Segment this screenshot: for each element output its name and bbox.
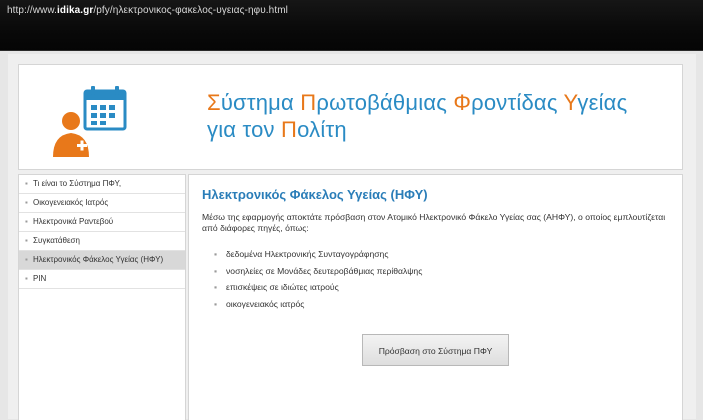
- main-content: Ηλεκτρονικός Φάκελος Υγείας (ΗΦΥ) Μέσω τ…: [188, 174, 683, 420]
- bullet-icon: ▪: [25, 255, 28, 264]
- sidebar-item-4[interactable]: ▪ Συγκατάθεση: [19, 232, 185, 251]
- bullet-icon: ▪: [214, 265, 218, 276]
- sidebar-item-label: Ηλεκτρονικά Ραντεβού: [33, 217, 114, 226]
- sidebar-item-5[interactable]: ▪ Ηλεκτρονικός Φάκελος Υγείας (ΗΦΥ): [19, 251, 185, 270]
- system-title: Σύστημα Πρωτοβάθμιας Φροντίδας Υγείας γι…: [207, 89, 627, 143]
- list-item-text: νοσηλείες σε Μονάδες δευτεροβάθμιας περί…: [226, 265, 423, 276]
- title-initial-letter: Σ: [207, 90, 221, 115]
- system-title-line-1: Σύστημα Πρωτοβάθμιας Φροντίδας Υγείας: [207, 90, 627, 115]
- browser-address-bar[interactable]: http://www.idika.gr/pfy/ηλεκτρονικος-φακ…: [0, 0, 703, 51]
- list-item-text: δεδομένα Ηλεκτρονικής Συνταγογράφησης: [226, 249, 389, 259]
- bullet-icon: ▪: [214, 282, 218, 292]
- sources-list: ▪ δεδομένα Ηλεκτρονικής Συνταγογράφησης ▪ ν…: [214, 246, 422, 312]
- intro-text: Μέσω της εφαρμογής αποκτάτε πρόσβαση στο…: [202, 212, 666, 233]
- list-item-text: οικογενειακός ιατρός: [226, 298, 305, 309]
- bullet-icon: ▪: [25, 179, 28, 188]
- address-url[interactable]: http://www.idika.gr/pfy/ηλεκτρονικος-φακ…: [7, 5, 288, 16]
- bullet-icon: ▪: [25, 217, 28, 226]
- doctor-calendar-icon: [53, 86, 127, 157]
- site-header: Σύστημα Πρωτοβάθμιας Φροντίδας Υγείας γι…: [18, 64, 683, 170]
- title-text: ρωτοβάθμιας: [316, 90, 454, 115]
- sidebar-item-1[interactable]: ▪ Τι είναι το Σύστημα ΠΦΥ,: [19, 175, 185, 194]
- title-text: ολίτη: [297, 117, 347, 142]
- system-title-line-2: για τον Πολίτη: [207, 116, 627, 143]
- sidebar-item-6[interactable]: ▪ PIN: [19, 270, 185, 289]
- sidebar-item-label: PIN: [33, 274, 47, 283]
- bullet-icon: ▪: [214, 249, 218, 259]
- title-text: για τον: [207, 117, 282, 142]
- title-initial-letter: Π: [300, 90, 317, 115]
- sidebar-item-label: Οικογενειακός Ιατρός: [33, 198, 109, 207]
- list-item-text: επισκέψεις σε ιδιώτες ιατρούς: [226, 282, 339, 292]
- title-text: γείας: [577, 90, 628, 115]
- bullet-icon: ▪: [214, 298, 218, 309]
- sidebar-item-label: Ηλεκτρονικός Φάκελος Υγείας (ΗΦΥ): [33, 255, 164, 264]
- title-text: ύστημα: [220, 90, 301, 115]
- sidebar-item-label: Τι είναι το Σύστημα ΠΦΥ,: [33, 179, 122, 188]
- sidebar-item-3[interactable]: ▪ Ηλεκτρονικά Ραντεβού: [19, 213, 185, 232]
- list-item: ▪ νοσηλείες σε Μονάδες δευτεροβάθμιας περ…: [214, 263, 422, 280]
- sidebar-item-2[interactable]: ▪ Οικογενειακός Ιατρός: [19, 194, 185, 213]
- title-initial-letter: Υ: [563, 90, 578, 115]
- content-heading: Ηλεκτρονικός Φάκελος Υγείας (ΗΦΥ): [202, 187, 428, 202]
- list-item: ▪ δεδομένα Ηλεκτρονικής Συνταγογράφησης: [214, 246, 422, 263]
- title-text: ροντίδας: [471, 90, 564, 115]
- title-initial-letter: Π: [281, 117, 298, 142]
- bullet-icon: ▪: [25, 236, 28, 245]
- sidebar-item-label: Συγκατάθεση: [33, 236, 80, 245]
- title-initial-letter: Φ: [453, 90, 472, 115]
- url-domain: idika.gr: [57, 5, 94, 16]
- bullet-icon: ▪: [25, 274, 28, 283]
- access-pfy-system-button[interactable]: Πρόσβαση στο Σύστημα ΠΦΥ: [362, 334, 509, 366]
- url-prefix: http://www.: [7, 5, 58, 16]
- sidebar-nav: ▪ Τι είναι το Σύστημα ΠΦΥ, ▪ Οικογενειακός …: [18, 174, 186, 420]
- list-item: ▪ οικογενειακός ιατρός: [214, 296, 422, 313]
- page: Σύστημα Πρωτοβάθμιας Φροντίδας Υγείας γι…: [8, 54, 696, 420]
- url-path: /pfy/ηλεκτρονικος-φακελος-υγειας-ηφυ.htm…: [93, 5, 288, 16]
- list-item: ▪ επισκέψεις σε ιδιώτες ιατρούς: [214, 279, 422, 296]
- bullet-icon: ▪: [25, 198, 28, 207]
